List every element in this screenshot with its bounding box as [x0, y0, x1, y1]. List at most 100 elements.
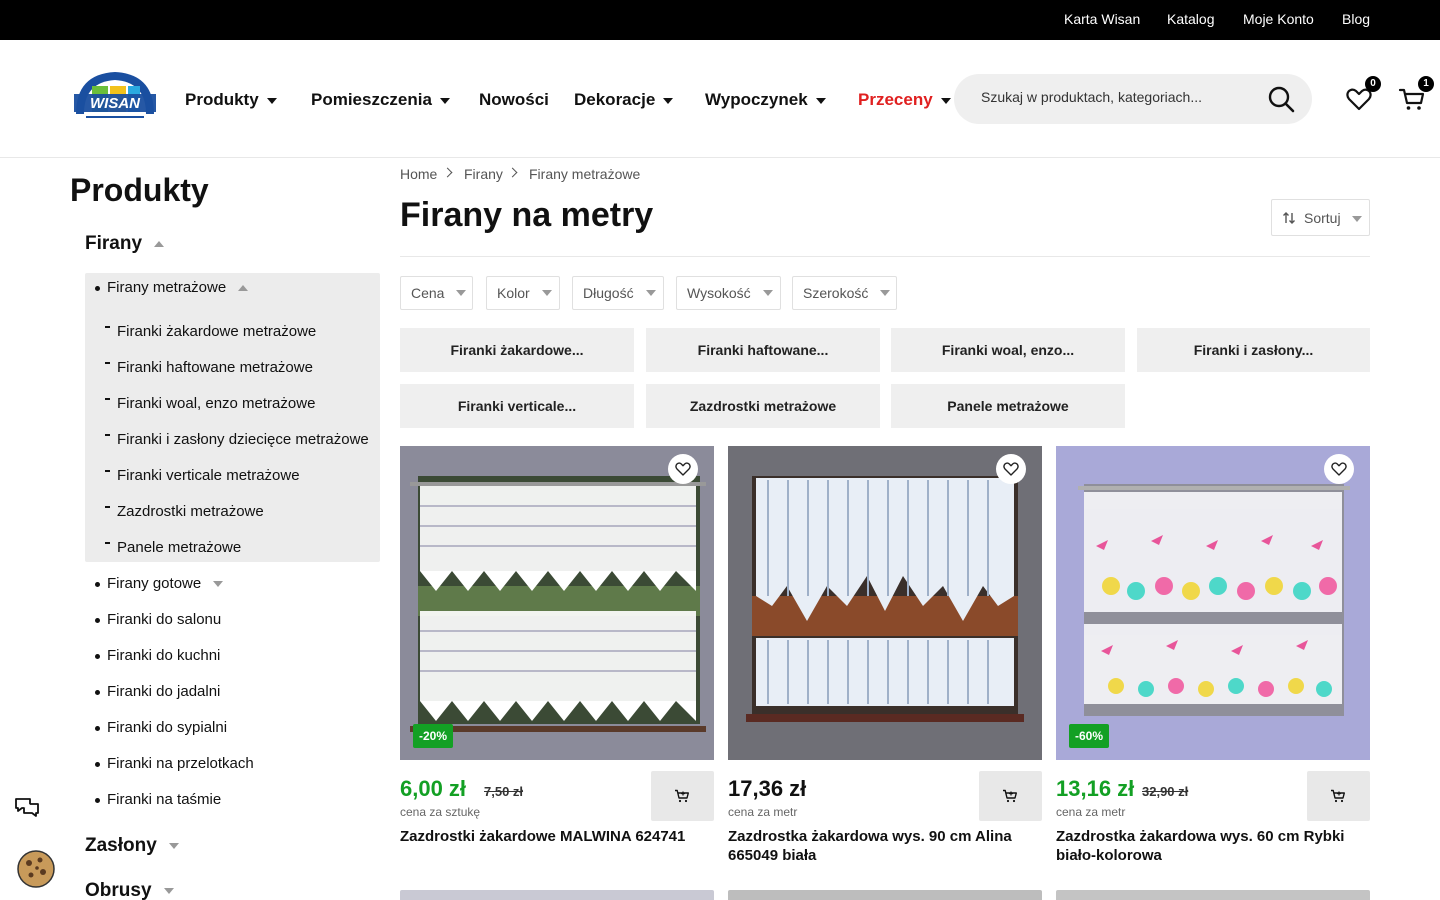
chevron-down-icon [456, 290, 467, 296]
search-icon[interactable] [1266, 84, 1296, 114]
subcategory-chip[interactable]: Firanki verticale... [400, 384, 634, 428]
nav-przeceny[interactable]: Przeceny [858, 90, 951, 110]
filter-label: Wysokość [687, 285, 751, 301]
chevron-down-icon [1352, 216, 1362, 222]
filter-kolor[interactable]: Kolor [486, 276, 560, 310]
filter-cena[interactable]: Cena [400, 276, 473, 310]
breadcrumb-firany[interactable]: Firany [464, 166, 503, 182]
sidebar-category-label: Firany [85, 233, 143, 254]
sidebar-subitem-label: Firanki haftowane metrażowe [117, 359, 313, 376]
sidebar-category-obrusy[interactable]: Obrusy [85, 880, 174, 900]
subcategory-chip[interactable]: Firanki haftowane... [646, 328, 880, 372]
chevron-down-icon [439, 97, 450, 104]
sidebar-subitem[interactable]: Zazdrostki metrażowe [105, 503, 264, 520]
logo-text: WISAN [90, 95, 141, 112]
sidebar-item[interactable]: Firanki do kuchni [95, 647, 220, 664]
subcategory-chip[interactable]: Firanki woal, enzo... [891, 328, 1125, 372]
add-to-wishlist-button[interactable] [1324, 454, 1354, 484]
topbar-link-blog[interactable]: Blog [1342, 11, 1370, 27]
sidebar-subitem-label: Firanki żakardowe metrażowe [117, 323, 317, 340]
product-image[interactable]: -60% [1056, 446, 1370, 760]
chat-icon[interactable] [14, 796, 40, 822]
dash-icon [105, 326, 110, 328]
sidebar-item-label: Firany metrażowe [107, 279, 227, 296]
product-image[interactable] [728, 446, 1042, 760]
dash-icon [105, 434, 110, 436]
wishlist-button[interactable]: 0 [1344, 76, 1381, 114]
product-name[interactable]: Zazdrostka żakardowa wys. 90 cm Alina 66… [728, 827, 1042, 865]
dash-icon [105, 398, 110, 400]
nav-pomieszczenia-label: Pomieszczenia [311, 90, 432, 109]
filter-label: Kolor [497, 285, 530, 301]
nav-nowosci[interactable]: Nowości [479, 90, 549, 110]
add-to-wishlist-button[interactable] [996, 454, 1026, 484]
product-image[interactable]: -20% [400, 446, 714, 760]
topbar-link-moje-konto[interactable]: Moje Konto [1243, 11, 1314, 27]
nav-produkty[interactable]: Produkty [185, 90, 277, 110]
breadcrumb-home[interactable]: Home [400, 166, 437, 182]
add-to-wishlist-button[interactable] [668, 454, 698, 484]
nav-wypoczynek-label: Wypoczynek [705, 90, 808, 109]
product-name[interactable]: Zazdrostka żakardowa wys. 60 cm Rybki bi… [1056, 827, 1370, 865]
search-input[interactable] [981, 89, 1251, 105]
cart-count-badge: 1 [1418, 76, 1434, 92]
cookie-icon[interactable] [16, 849, 56, 889]
product-name[interactable]: Zazdrostki żakardowe MALWINA 624741 [400, 827, 714, 846]
subcategory-chip[interactable]: Firanki żakardowe... [400, 328, 634, 372]
sidebar-item[interactable]: Firanki do sypialni [95, 719, 227, 736]
filter-wysokosc[interactable]: Wysokość [676, 276, 781, 310]
sidebar-item[interactable]: Firanki do jadalni [95, 683, 220, 700]
product-image-next-row[interactable] [1056, 890, 1370, 900]
sort-dropdown[interactable]: Sortuj [1271, 199, 1370, 236]
chevron-up-icon [238, 284, 249, 291]
dash-icon [105, 542, 110, 544]
sidebar-subitem[interactable]: Panele metrażowe [105, 539, 241, 556]
nav-pomieszczenia[interactable]: Pomieszczenia [311, 90, 450, 110]
sidebar-item-label: Firanki do kuchni [107, 647, 221, 664]
product-price: 13,16 zł [1056, 776, 1135, 801]
sidebar-item-label: Firanki do jadalni [107, 683, 221, 700]
dash-icon [105, 362, 110, 364]
product-image-next-row[interactable] [728, 890, 1042, 900]
sidebar-category-zaslony[interactable]: Zasłony [85, 835, 179, 857]
sidebar-item-firany-metrazowe[interactable]: Firany metrażowe [95, 279, 249, 296]
sort-icon [1283, 212, 1295, 224]
sidebar-item[interactable]: Firanki do salonu [95, 611, 221, 628]
filter-szerokosc[interactable]: Szerokość [792, 276, 897, 310]
topbar-link-katalog[interactable]: Katalog [1167, 11, 1214, 27]
add-to-cart-button[interactable] [979, 771, 1042, 821]
sidebar-category-firany[interactable]: Firany [85, 233, 165, 255]
sidebar-item[interactable]: Firanki na przelotkach [95, 755, 254, 772]
sidebar-subitem[interactable]: Firanki i zasłony dziecięce metrażowe [105, 431, 369, 448]
sidebar-subitem[interactable]: Firanki woal, enzo metrażowe [105, 395, 315, 412]
sidebar-subitem[interactable]: Firanki żakardowe metrażowe [105, 323, 316, 340]
nav-nowosci-label: Nowości [479, 90, 549, 109]
chevron-right-icon [442, 167, 453, 178]
sidebar-subitem[interactable]: Firanki verticale metrażowe [105, 467, 300, 484]
discount-badge: -20% [413, 724, 454, 748]
cart-icon [1331, 789, 1345, 803]
sidebar-item[interactable]: Firanki na taśmie [95, 791, 221, 808]
product-old-price: 7,50 zł [484, 784, 524, 799]
nav-wypoczynek[interactable]: Wypoczynek [705, 90, 826, 110]
subcategory-chip[interactable]: Zazdrostki metrażowe [646, 384, 880, 428]
filter-dlugosc[interactable]: Długość [572, 276, 664, 310]
topbar-link-karta-wisan[interactable]: Karta Wisan [1064, 11, 1140, 27]
subcategory-chip[interactable]: Panele metrażowe [891, 384, 1125, 428]
product-price: 17,36 zł [728, 776, 807, 801]
sidebar-subitem[interactable]: Firanki haftowane metrażowe [105, 359, 313, 376]
add-to-cart-button[interactable] [651, 771, 714, 821]
filter-label: Cena [411, 285, 445, 301]
subcategory-chip[interactable]: Firanki i zasłony... [1137, 328, 1370, 372]
wisan-logo[interactable]: WISAN [72, 70, 158, 122]
bullet-icon [95, 798, 100, 803]
sidebar-item-firany-gotowe[interactable]: Firany gotowe [95, 575, 224, 592]
cart-button[interactable]: 1 [1397, 76, 1434, 114]
chevron-down-icon [266, 97, 277, 104]
sidebar-subitem-label: Zazdrostki metrażowe [117, 503, 264, 520]
add-to-cart-button[interactable] [1307, 771, 1370, 821]
nav-dekoracje[interactable]: Dekoracje [574, 90, 674, 110]
chevron-down-icon [645, 290, 656, 296]
top-bar: Karta Wisan Katalog Moje Konto Blog [0, 0, 1440, 40]
product-image-next-row[interactable] [400, 890, 714, 900]
